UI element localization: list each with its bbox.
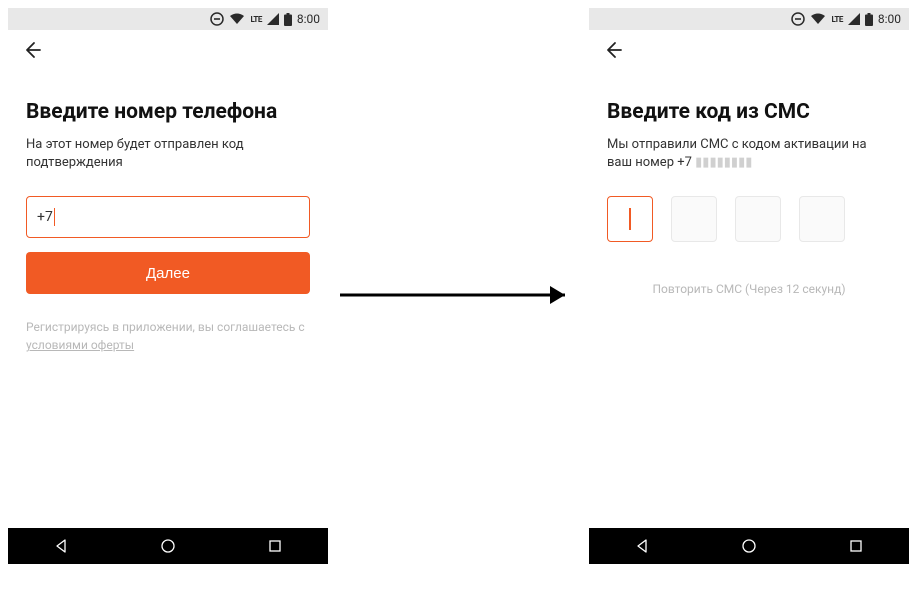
phone-mockup-enter-number: LTE 8:00 Введите номер телефона На этот … — [8, 8, 328, 354]
phone-mockup-enter-code: LTE 8:00 Введите код из СМС Мы отправили… — [589, 8, 909, 296]
network-label: LTE — [250, 15, 261, 24]
battery-icon — [865, 13, 873, 26]
clock: 8:00 — [297, 12, 320, 26]
signal-icon — [267, 13, 279, 25]
nav-back-button[interactable] — [53, 538, 69, 554]
page-subtitle: Мы отправили СМС с кодом активации на ва… — [607, 136, 891, 172]
nav-recent-button[interactable] — [848, 538, 864, 554]
terms-link[interactable]: условиями оферты — [26, 338, 134, 352]
wifi-icon — [810, 13, 826, 25]
battery-icon — [284, 13, 292, 26]
back-button[interactable] — [603, 40, 623, 64]
triangle-back-icon — [53, 538, 69, 554]
code-digit-2[interactable] — [671, 196, 717, 242]
code-digit-3[interactable] — [735, 196, 781, 242]
text-cursor — [629, 208, 631, 230]
agreement-text: Регистрируясь в приложении, вы соглашает… — [26, 318, 310, 354]
app-bar — [8, 30, 328, 74]
code-digit-1[interactable] — [607, 196, 653, 242]
dnd-icon — [791, 12, 805, 26]
phone-number-masked: ▮▮▮▮▮▮▮▮ — [695, 155, 752, 170]
android-nav-bar — [8, 528, 328, 564]
content-area: Введите номер телефона На этот номер буд… — [8, 74, 328, 354]
back-arrow-icon — [22, 40, 42, 60]
circle-home-icon — [160, 538, 176, 554]
text-cursor — [54, 208, 55, 226]
status-bar: LTE 8:00 — [589, 8, 909, 30]
triangle-back-icon — [634, 538, 650, 554]
status-bar: LTE 8:00 — [8, 8, 328, 30]
back-arrow-icon — [603, 40, 623, 60]
flow-arrow-icon — [340, 280, 580, 310]
signal-icon — [848, 13, 860, 25]
nav-home-button[interactable] — [160, 538, 176, 554]
code-input-group — [607, 196, 891, 242]
back-button[interactable] — [22, 40, 42, 64]
dnd-icon — [210, 12, 224, 26]
phone-input[interactable]: +7 — [26, 196, 310, 238]
clock: 8:00 — [878, 12, 901, 26]
square-recent-icon — [267, 538, 283, 554]
app-bar — [589, 30, 909, 74]
nav-home-button[interactable] — [741, 538, 757, 554]
content-area: Введите код из СМС Мы отправили СМС с ко… — [589, 74, 909, 296]
nav-recent-button[interactable] — [267, 538, 283, 554]
code-digit-4[interactable] — [799, 196, 845, 242]
page-title: Введите номер телефона — [26, 100, 310, 124]
resend-sms-text: Повторить СМС (Через 12 секунд) — [607, 282, 891, 296]
android-nav-bar — [589, 528, 909, 564]
phone-number-display: +7 — [677, 155, 692, 170]
square-recent-icon — [848, 538, 864, 554]
nav-back-button[interactable] — [634, 538, 650, 554]
phone-prefix: +7 — [37, 209, 53, 225]
wifi-icon — [229, 13, 245, 25]
page-title: Введите код из СМС — [607, 100, 891, 124]
network-label: LTE — [831, 15, 842, 24]
page-subtitle: На этот номер будет отправлен код подтве… — [26, 136, 310, 172]
next-button[interactable]: Далее — [26, 252, 310, 294]
circle-home-icon — [741, 538, 757, 554]
